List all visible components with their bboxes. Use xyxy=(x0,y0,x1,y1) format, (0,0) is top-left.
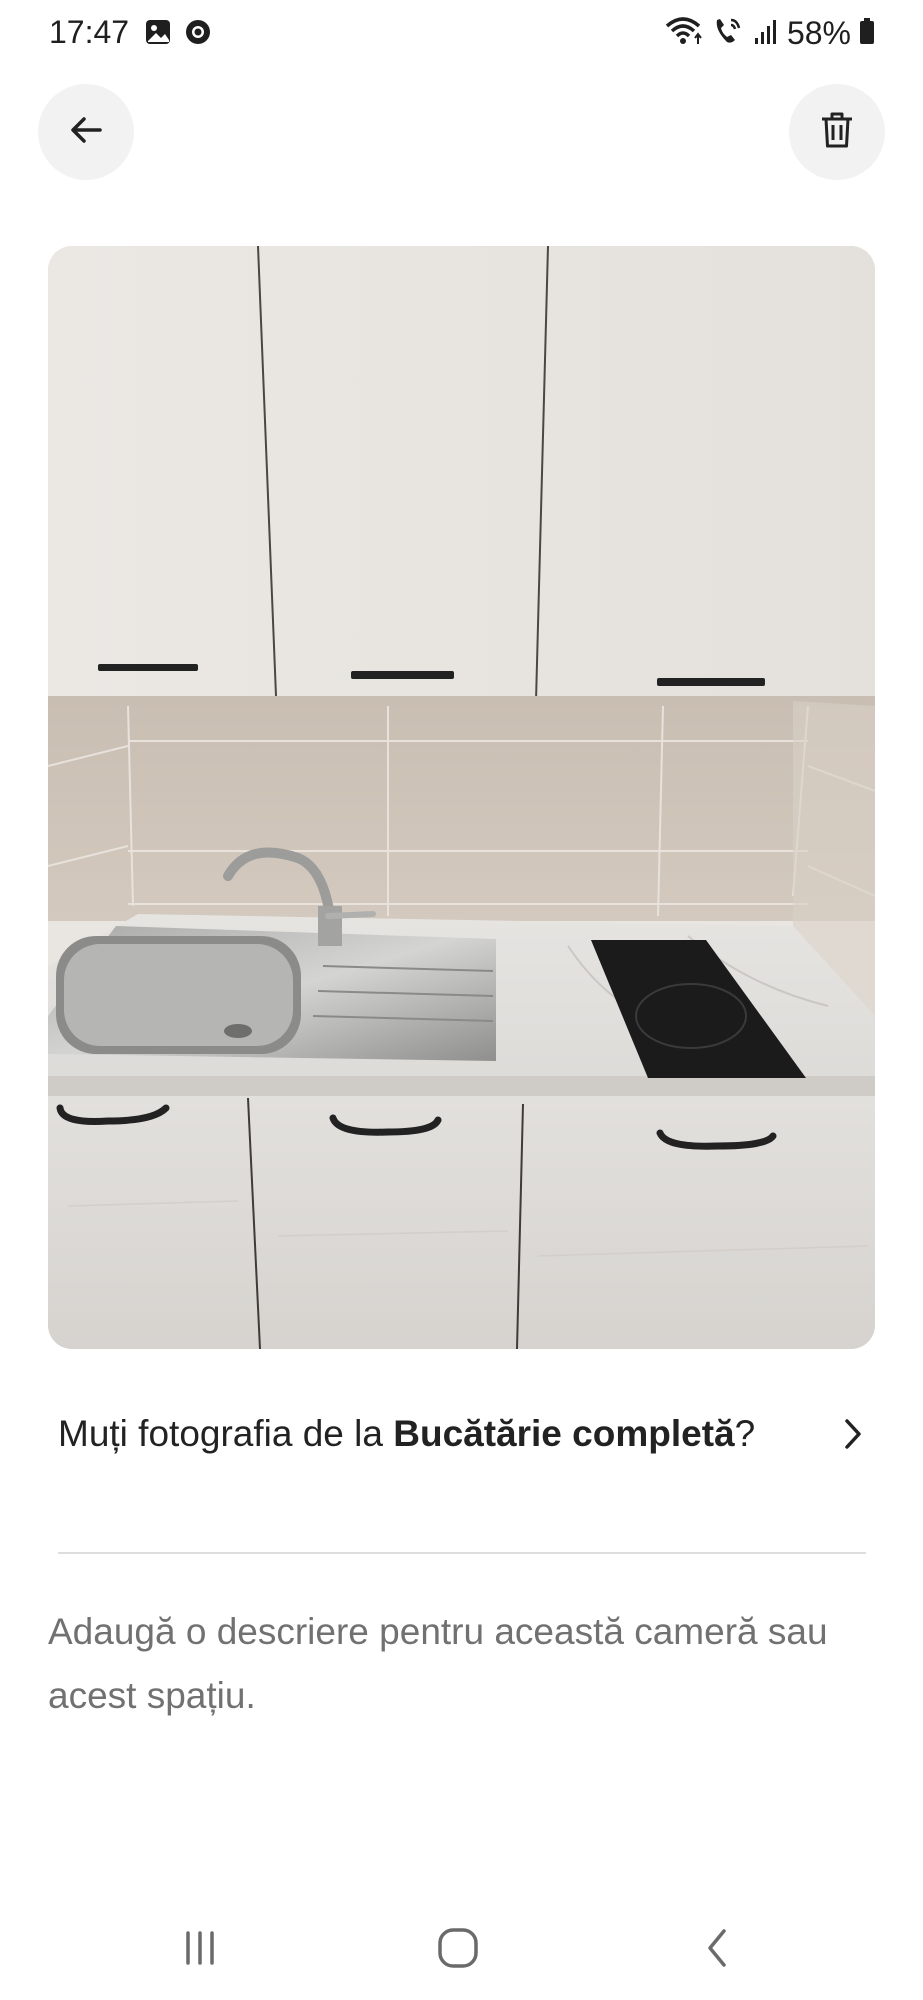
gallery-icon xyxy=(144,18,172,51)
system-back-button[interactable] xyxy=(677,1922,757,1978)
back-icon xyxy=(702,1927,732,1974)
status-bar: 17:47 58% xyxy=(0,0,923,70)
home-icon xyxy=(436,1926,480,1975)
wifi-icon xyxy=(663,14,703,53)
description-input[interactable]: Adaugă o descriere pentru această cameră… xyxy=(48,1600,874,1750)
home-button[interactable] xyxy=(418,1922,498,1978)
arrow-left-icon xyxy=(66,110,106,155)
move-photo-suffix: ? xyxy=(734,1413,756,1454)
battery-percent: 58% xyxy=(786,15,851,51)
system-nav-bar xyxy=(0,1900,923,2000)
trash-icon xyxy=(819,110,855,155)
wifi-calling-icon xyxy=(711,14,745,53)
signal-icon xyxy=(753,16,779,51)
recents-icon xyxy=(180,1930,220,1971)
chevron-right-icon xyxy=(838,1416,868,1457)
divider xyxy=(58,1552,866,1554)
back-button[interactable] xyxy=(38,84,134,180)
battery-icon xyxy=(859,17,875,50)
move-photo-prefix: Muți fotografia de la xyxy=(58,1413,394,1454)
move-photo-room: Bucătărie completă xyxy=(393,1413,735,1454)
kitchen-photo xyxy=(48,246,875,1349)
recents-button[interactable] xyxy=(160,1922,240,1978)
chrome-icon xyxy=(184,18,212,51)
delete-button[interactable] xyxy=(789,84,885,180)
move-photo-row[interactable]: Muți fotografia de la Bucătărie completă… xyxy=(58,1408,868,1518)
status-time: 17:47 xyxy=(49,14,130,50)
move-photo-text: Muți fotografia de la Bucătărie completă… xyxy=(58,1408,778,1460)
edit-photo-screen: 17:47 58% Muți fotografia de la Bucătări… xyxy=(0,0,923,2000)
